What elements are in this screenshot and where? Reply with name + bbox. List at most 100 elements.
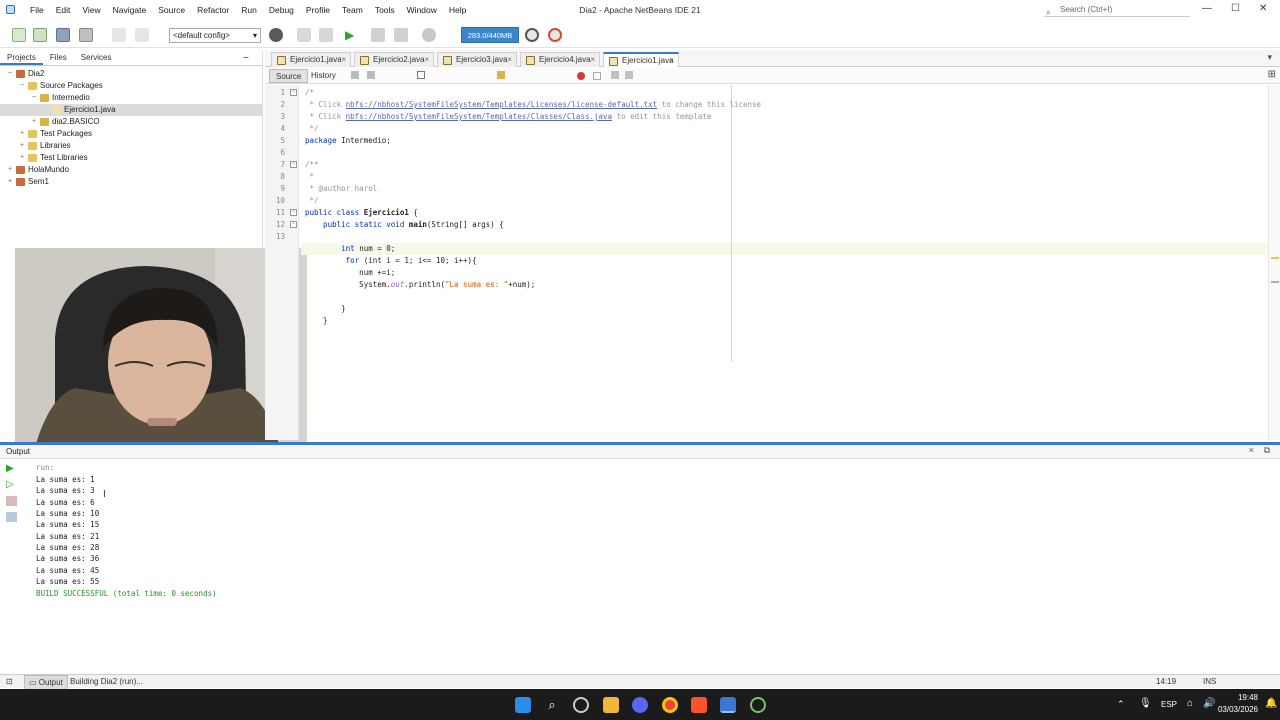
chrome-icon[interactable] [662,697,678,713]
tab-ejercicio1-java[interactable]: Ejercicio1.java × [271,52,351,67]
clock-time[interactable]: 19:48 [1216,693,1258,702]
expand-toggle-icon[interactable]: + [6,176,14,188]
output-console[interactable]: ▶ ▷ run: La suma es: 1 La suma es: 3 La … [0,459,1280,673]
stop-icon[interactable] [6,496,17,506]
new-file-icon[interactable] [12,28,26,42]
back-icon[interactable] [367,71,375,79]
menu-tools[interactable]: Tools [369,4,401,16]
menu-help[interactable]: Help [443,4,472,16]
expand-toggle-icon[interactable]: + [18,128,26,140]
output-title[interactable]: Output [6,447,30,456]
minimize-panel-icon[interactable]: − [236,51,256,67]
close-tab-icon[interactable]: × [590,53,595,67]
find-icon[interactable] [417,71,425,79]
split-editor-icon[interactable]: ⊞ [1268,69,1276,80]
expand-toggle-icon[interactable]: − [30,92,38,104]
menu-view[interactable]: View [76,4,106,16]
shift-left-icon[interactable] [611,71,619,79]
code-editor[interactable]: 1 2 3 4 5 6 7 8 9 10 11 12 13 − − − − /*… [265,85,1268,440]
change-marker[interactable] [1271,281,1279,283]
tab-ejercicio4-java[interactable]: Ejercicio4.java × [520,52,600,67]
template-link[interactable]: nbfs://nbhost/SystemFileSystem/Templates… [346,112,612,121]
menu-run[interactable]: Run [235,4,263,16]
clock-date[interactable]: 03/03/2026 [1200,705,1258,714]
tab-ejercicio2-java[interactable]: Ejercicio2.java × [354,52,434,67]
file-explorer-icon[interactable] [603,697,619,713]
close-output-icon[interactable]: × [1249,445,1254,455]
tab-projects[interactable]: Projects [0,50,43,65]
run-icon[interactable]: ▶ [345,28,359,42]
gc-icon[interactable] [525,28,539,42]
expand-toggle-icon[interactable]: + [18,140,26,152]
expand-toggle-icon[interactable]: + [30,116,38,128]
tree-node[interactable]: − Source Packages [0,80,262,92]
warning-marker[interactable] [1271,257,1279,259]
tree-node[interactable]: + dia2.BASICO [0,116,262,128]
stop-profiler-icon[interactable] [548,28,562,42]
tab-services[interactable]: Services [74,50,119,65]
output-status-tab[interactable]: ▭ Output [24,675,68,690]
tray-chevron-icon[interactable]: ⌃ [1117,699,1125,710]
globe-icon[interactable] [269,28,283,42]
toggle-bookmark-icon[interactable] [497,71,505,79]
menu-refactor[interactable]: Refactor [191,4,235,16]
tree-node[interactable]: + Test Packages [0,128,262,140]
discord-icon[interactable] [632,697,648,713]
menu-profile[interactable]: Profile [300,4,336,16]
netbeans-taskbar-icon[interactable] [720,697,736,713]
redo-icon[interactable] [135,28,149,42]
tree-node[interactable]: + Sem1 [0,176,262,188]
menu-debug[interactable]: Debug [263,4,300,16]
memory-indicator[interactable]: 283.0/440MB [461,27,519,43]
tree-node[interactable]: − Dia2 [0,68,262,80]
openai-app-icon[interactable] [573,697,589,713]
tree-node[interactable]: + Libraries [0,140,262,152]
expand-toggle-icon[interactable]: − [18,80,26,92]
debug-icon[interactable] [371,28,385,42]
close-tab-icon[interactable]: × [424,53,429,67]
tab-files[interactable]: Files [43,50,74,65]
rerun-with-params-icon[interactable]: ▷ [6,480,17,490]
license-link[interactable]: nbfs://nbhost/SystemFileSystem/Templates… [346,100,658,109]
tab-list-icon[interactable]: ▾ [1267,52,1272,63]
output-settings-icon[interactable] [6,512,17,522]
fold-toggle-icon[interactable]: − [290,221,297,228]
open-project-icon[interactable] [56,28,70,42]
menu-navigate[interactable]: Navigate [107,4,153,16]
brave-icon[interactable] [691,697,707,713]
stop-macro-icon[interactable] [593,72,601,80]
error-stripe[interactable] [1268,85,1280,440]
new-project-icon[interactable] [33,28,47,42]
maximize-button[interactable]: ☐ [1231,3,1240,14]
tree-node[interactable]: − Intermedio [0,92,262,104]
record-macro-icon[interactable] [577,72,585,80]
tree-node[interactable]: Ejercicio1.java [0,104,262,116]
notifications-icon[interactable]: ⊡ [6,675,13,688]
notification-bell-icon[interactable]: 🔔 [1265,698,1277,709]
network-icon[interactable]: ⌂ [1187,698,1193,709]
close-tab-icon[interactable]: × [341,53,346,67]
language-indicator[interactable]: ESP [1161,700,1177,709]
minimize-button[interactable]: — [1202,3,1212,14]
menu-window[interactable]: Window [401,4,443,16]
tree-node[interactable]: + HolaMundo [0,164,262,176]
fold-toggle-icon[interactable]: − [290,209,297,216]
fold-toggle-icon[interactable]: − [290,89,297,96]
attach-debugger-icon[interactable] [422,28,436,42]
shift-right-icon[interactable] [625,71,633,79]
search-taskbar-icon[interactable]: ⌕ [544,697,560,713]
expand-toggle-icon[interactable]: + [6,164,14,176]
menu-edit[interactable]: Edit [50,4,77,16]
restore-output-icon[interactable]: ⧉ [1264,445,1270,456]
app-taskbar-icon[interactable] [750,697,766,713]
close-button[interactable]: ✕ [1259,3,1267,14]
menu-source[interactable]: Source [152,4,191,16]
rerun-icon[interactable]: ▶ [6,464,17,474]
last-edit-icon[interactable] [351,71,359,79]
close-tab-icon[interactable]: × [669,54,674,68]
expand-toggle-icon[interactable]: − [6,68,14,80]
menu-team[interactable]: Team [336,4,369,16]
tab-ejercicio1-java-active[interactable]: Ejercicio1.java × [603,52,679,67]
undo-icon[interactable] [112,28,126,42]
build-hammer-icon[interactable] [297,28,311,42]
